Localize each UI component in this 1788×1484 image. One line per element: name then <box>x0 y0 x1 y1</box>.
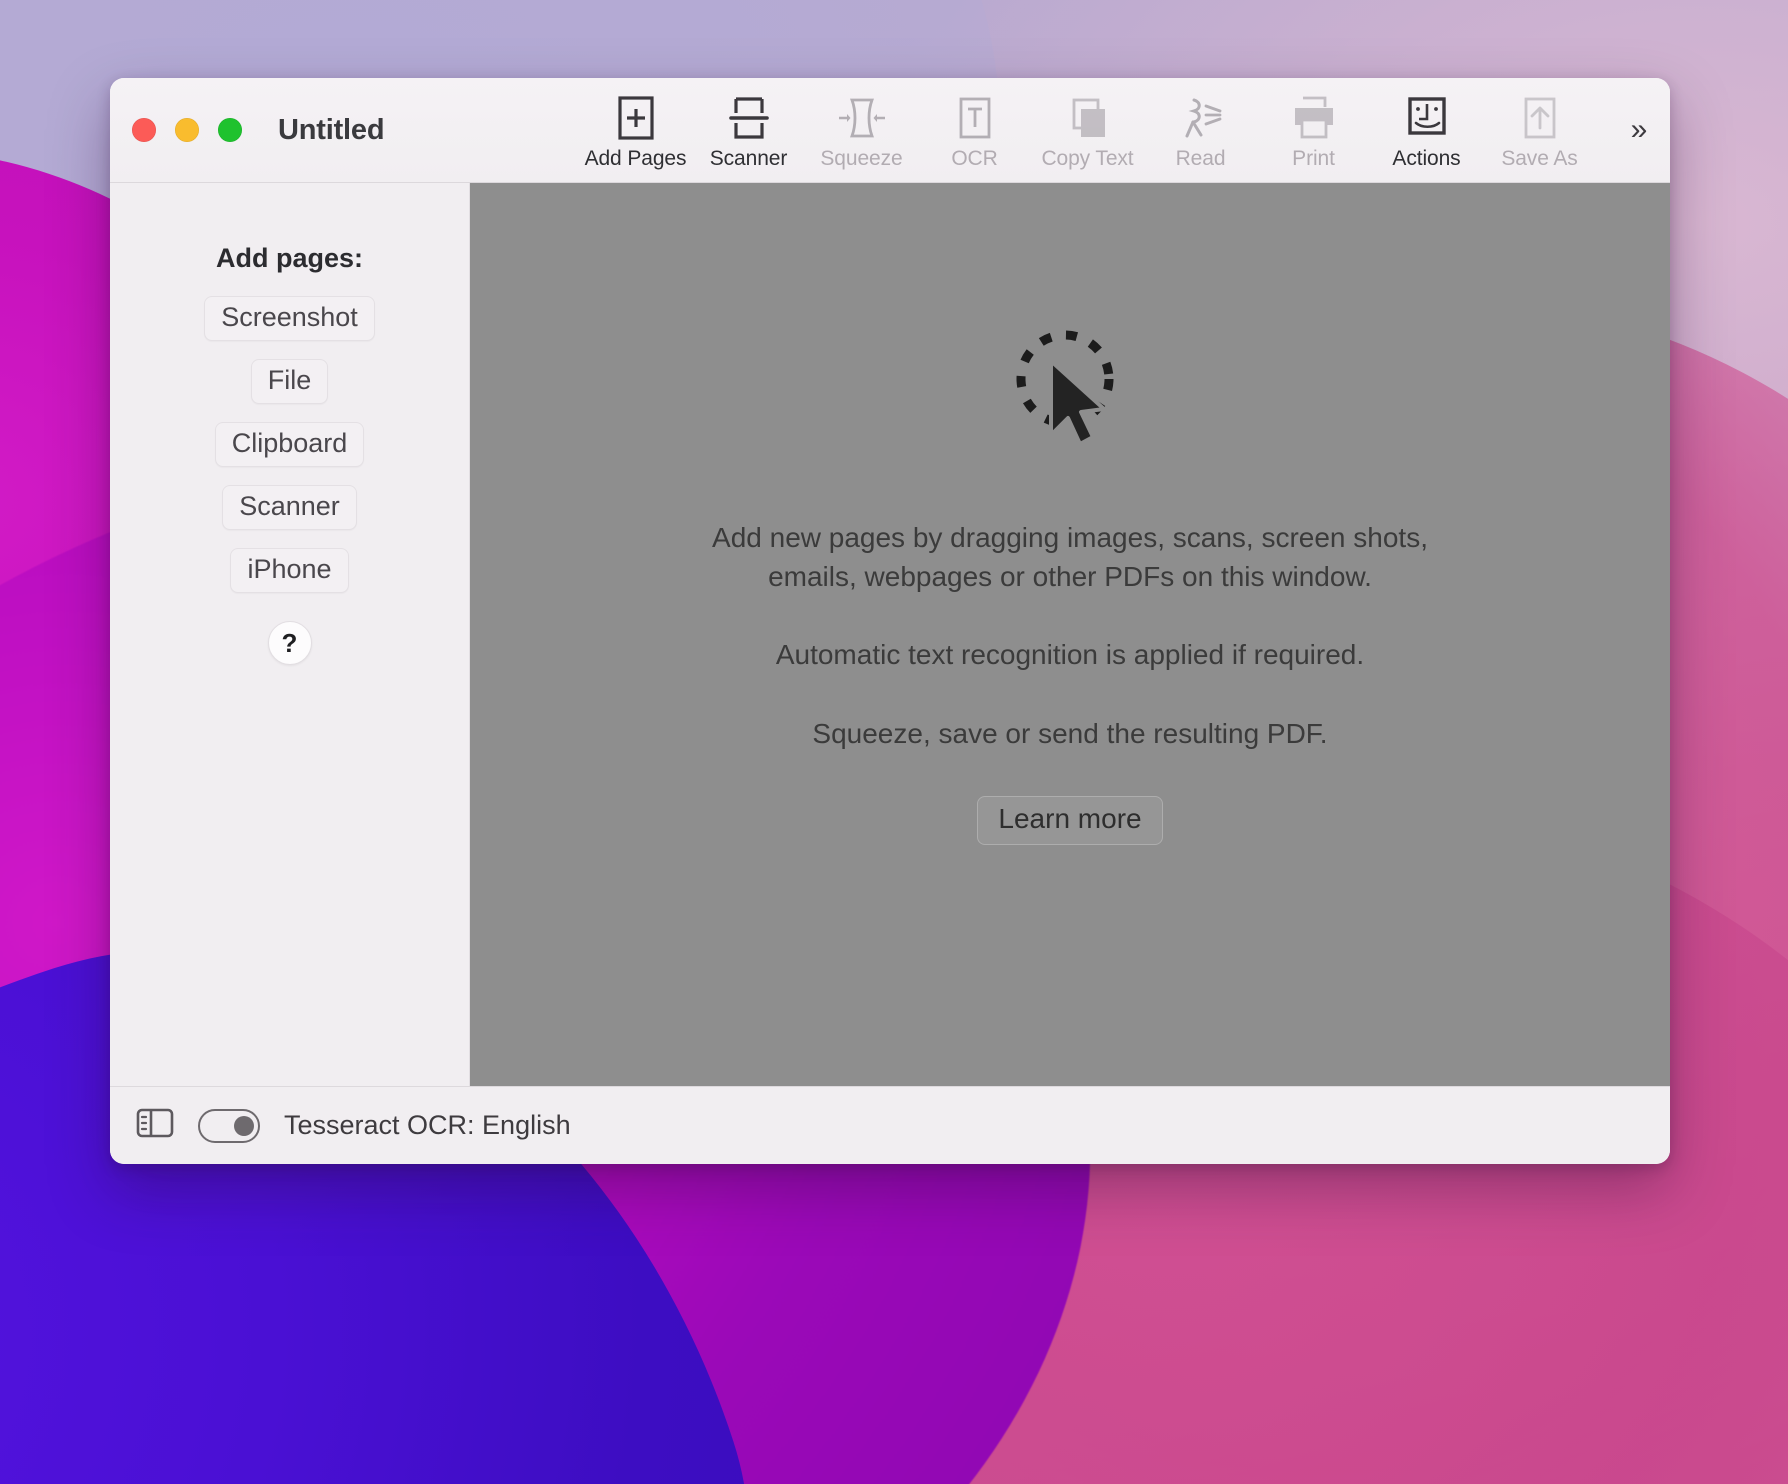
toolbar-button-ocr[interactable]: OCR <box>918 95 1031 171</box>
read-aloud-icon <box>1177 95 1225 141</box>
sidebar-button-scanner[interactable]: Scanner <box>222 485 357 530</box>
toolbar-button-scanner[interactable]: Scanner <box>692 95 805 171</box>
window-body: Add pages: Screenshot File Clipboard Sca… <box>110 183 1670 1086</box>
ocr-status-text: Tesseract OCR: English <box>284 1110 571 1140</box>
toolbar-button-actions[interactable]: Actions <box>1370 95 1483 171</box>
finder-face-icon <box>1405 95 1449 141</box>
toolbar-label: Copy Text <box>1041 147 1134 170</box>
squeeze-icon <box>836 95 888 141</box>
drag-drop-cursor-icon <box>1005 323 1135 453</box>
ocr-toggle[interactable] <box>198 1108 260 1143</box>
upload-arrow-icon <box>1519 95 1561 141</box>
zoom-button[interactable] <box>218 118 242 142</box>
minimize-button[interactable] <box>175 118 199 142</box>
sidebar-heading: Add pages: <box>215 243 363 273</box>
sidebar-button-clipboard[interactable]: Clipboard <box>214 422 365 467</box>
sidebar-toggle-icon[interactable] <box>136 1107 174 1144</box>
toolbar-label: Read <box>1175 147 1226 170</box>
toolbar-button-squeeze[interactable]: Squeeze <box>805 95 918 171</box>
printer-icon <box>1290 95 1338 141</box>
sidebar-button-file[interactable]: File <box>250 359 329 404</box>
toolbar-label: Print <box>1292 147 1335 170</box>
toolbar-items: Add Pages Scanner Squeeze OCR Copy Text … <box>579 89 1596 171</box>
status-bar: Tesseract OCR: English <box>110 1086 1670 1164</box>
empty-state-text: Add new pages by dragging images, scans,… <box>670 519 1470 754</box>
application-window: Untitled Add Pages Scanner Squeeze OCR C… <box>110 78 1670 1164</box>
toolbar-button-read[interactable]: Read <box>1144 95 1257 171</box>
toolbar-button-copy-text[interactable]: Copy Text <box>1031 95 1144 171</box>
empty-state-line-1: Add new pages by dragging images, scans,… <box>712 522 1428 592</box>
ocr-toggle-knob <box>234 1115 254 1136</box>
page-plus-icon <box>615 95 657 141</box>
traffic-light-group <box>132 118 242 142</box>
toolbar-button-print[interactable]: Print <box>1257 95 1370 171</box>
close-button[interactable] <box>132 118 156 142</box>
toolbar-label: Scanner <box>709 147 788 170</box>
toolbar-label: OCR <box>951 147 998 170</box>
toolbar-label: Squeeze <box>820 147 903 170</box>
window-title: Untitled <box>278 113 385 146</box>
toolbar-button-save-as[interactable]: Save As <box>1483 95 1596 171</box>
toolbar-overflow-button[interactable]: » <box>1608 78 1670 183</box>
toolbar-label: Add Pages <box>584 147 687 170</box>
desktop-wallpaper: Untitled Add Pages Scanner Squeeze OCR C… <box>0 0 1788 1484</box>
window-toolbar: Untitled Add Pages Scanner Squeeze OCR C… <box>110 78 1670 183</box>
scanner-icon <box>727 95 771 141</box>
help-button[interactable]: ? <box>267 621 312 665</box>
empty-state-line-3: Squeeze, save or send the resulting PDF. <box>812 717 1328 749</box>
sidebar: Add pages: Screenshot File Clipboard Sca… <box>110 183 470 1086</box>
ocr-text-icon <box>954 95 996 141</box>
copy-icon <box>1065 95 1111 141</box>
empty-state-line-2: Automatic text recognition is applied if… <box>775 639 1365 671</box>
toolbar-button-add-pages[interactable]: Add Pages <box>579 95 692 171</box>
drop-area[interactable]: Add new pages by dragging images, scans,… <box>470 183 1670 1086</box>
toolbar-label: Actions <box>1392 147 1461 170</box>
toolbar-label: Save As <box>1501 147 1578 170</box>
learn-more-button[interactable]: Learn more <box>977 795 1163 845</box>
sidebar-button-screenshot[interactable]: Screenshot <box>204 296 375 341</box>
sidebar-button-iphone[interactable]: iPhone <box>230 548 349 593</box>
